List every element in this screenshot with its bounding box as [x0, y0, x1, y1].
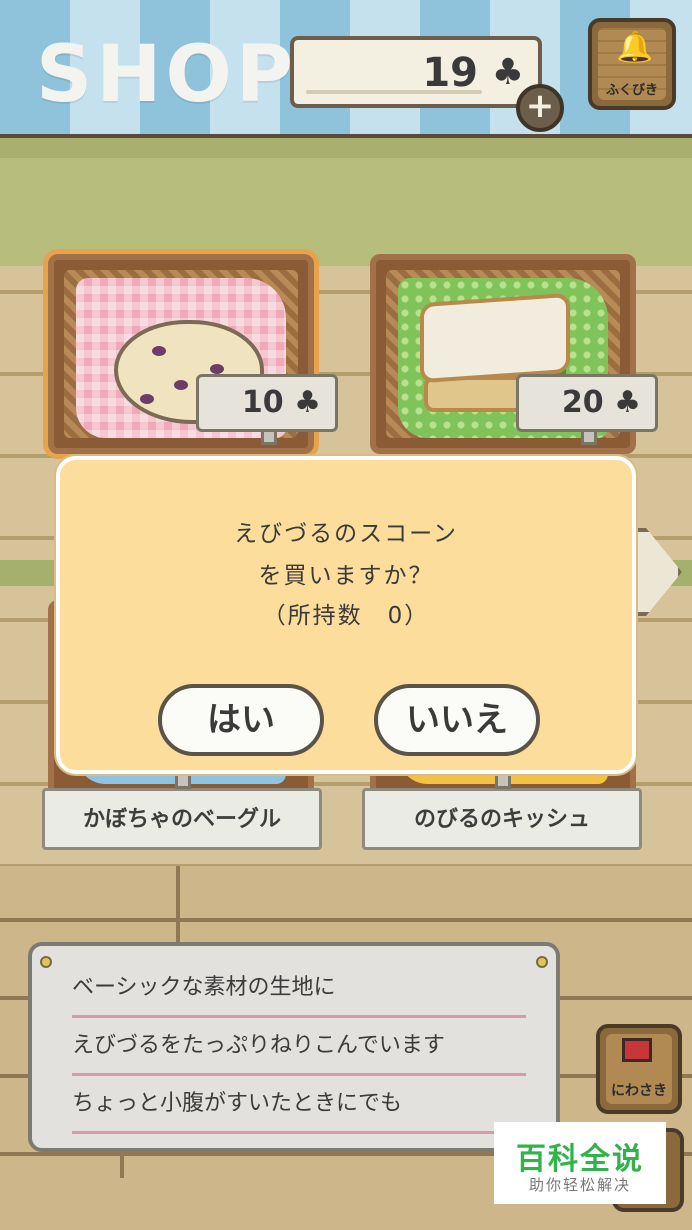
board-nail [40, 956, 52, 968]
clover-icon: ♣ [294, 385, 321, 420]
shop-header: SHOP 19 ♣ + 🔔 ふくびき [0, 0, 692, 138]
price-tag-sandwich: 20 ♣ [516, 374, 658, 445]
clover-icon: ♣ [614, 385, 641, 420]
sandwich-top-bread [420, 292, 570, 384]
purchase-confirm-dialog: えびづるのスコーン を買いますか？ （所持数 0） はい いいえ [56, 456, 636, 774]
product-name-quiche[interactable]: のびるのキッシュ [362, 773, 642, 850]
watermark-subtitle: 助你轻松解决 [528, 1176, 631, 1194]
tag-pin [581, 429, 597, 445]
dialog-owned-count: （所持数 0） [262, 603, 430, 629]
description-line: えびづるをたっぷりねりこんでいます [72, 1024, 526, 1076]
description-line: ちょっと小腹がすいたときにでも [72, 1082, 526, 1134]
raisin [174, 380, 188, 390]
board-nail [536, 956, 548, 968]
no-button[interactable]: いいえ [374, 684, 540, 756]
floor-plank-seam [176, 866, 180, 944]
back-wall [0, 138, 692, 266]
niwasaki-button[interactable]: にわさき [596, 1024, 682, 1114]
product-name-label: かぼちゃのベーグル [82, 807, 281, 832]
price-value: 20 [561, 385, 604, 420]
watermark-title: 百科全说 [516, 1142, 644, 1177]
clover-icon: ♣ [491, 52, 524, 93]
add-clover-button[interactable]: + [516, 84, 564, 132]
plate-pin [175, 773, 191, 789]
product-name-bagel[interactable]: かぼちゃのベーグル [42, 773, 322, 850]
description-board: ベーシックな素材の生地に えびづるをたっぷりねりこんでいます ちょっと小腹がすい… [28, 942, 560, 1152]
shop-title: SHOP [36, 30, 297, 120]
raisin [152, 346, 166, 356]
plate-pin [495, 773, 511, 789]
dialog-question: を買いますか？ [258, 563, 434, 589]
dialog-item-name: えびづるのスコーン [234, 521, 458, 547]
wall-shade [0, 138, 692, 158]
raisin [210, 364, 224, 374]
clover-balance: 19 ♣ [290, 36, 542, 108]
price-tag-scone: 10 ♣ [196, 374, 338, 445]
fukubiki-button[interactable]: 🔔 ふくびき [588, 18, 676, 110]
price-value: 10 [241, 385, 284, 420]
description-line: ベーシックな素材の生地に [72, 966, 526, 1018]
yes-button[interactable]: はい [158, 684, 324, 756]
balance-underline [306, 90, 482, 94]
bell-icon: 🔔 [616, 30, 654, 65]
niwasaki-label: にわさき [611, 1083, 667, 1099]
watermark-logo: 百科全说 助你轻松解决 [494, 1122, 666, 1204]
product-name-label: のびるのキッシュ [413, 807, 590, 832]
fukubiki-label: ふくびき [605, 83, 658, 98]
mailbox-icon [622, 1038, 652, 1062]
raisin [140, 394, 154, 404]
tag-pin [261, 429, 277, 445]
